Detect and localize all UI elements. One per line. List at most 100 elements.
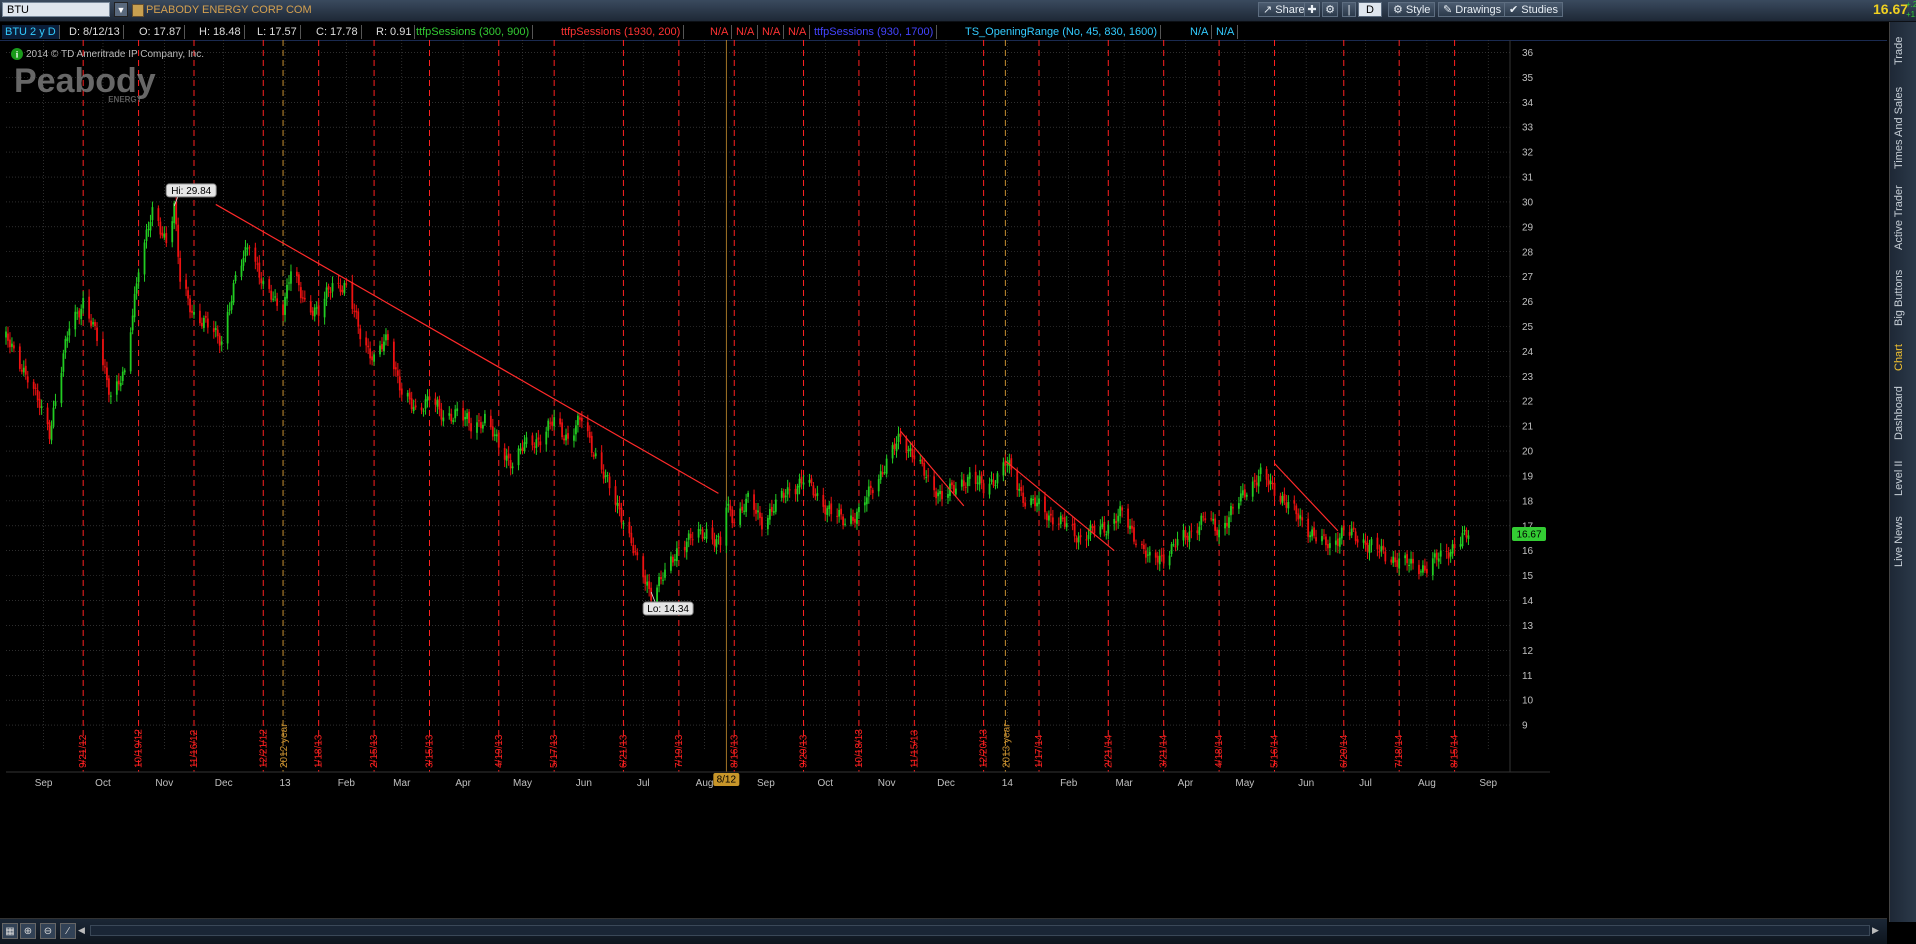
style-label: Style xyxy=(1405,4,1431,16)
drawings-button[interactable]: ✎ Drawings xyxy=(1438,2,1507,17)
y-tick-label: 13 xyxy=(1522,621,1534,632)
candle-body xyxy=(1105,534,1108,536)
candle-body xyxy=(1184,530,1187,538)
x-tick-label: Mar xyxy=(393,778,411,789)
candle-body xyxy=(329,291,332,293)
share-button[interactable]: ↗ Share xyxy=(1258,2,1310,17)
candle-body xyxy=(1172,544,1175,546)
candle-body xyxy=(462,408,465,421)
side-tab-big-buttons[interactable]: Big Buttons xyxy=(1893,260,1914,336)
candle-body xyxy=(256,263,259,265)
x-tick-label: Sep xyxy=(35,778,53,789)
candle-body xyxy=(448,413,451,416)
candle-body xyxy=(272,298,275,300)
candle-body xyxy=(270,290,273,300)
price-chart[interactable]: 9/21/12 10/19/12 11/16/12 12/21/12 1/18/13 2/… xyxy=(0,40,1887,918)
candle-body xyxy=(1265,469,1268,480)
studies-button[interactable]: ✔ Studies xyxy=(1504,2,1563,17)
side-tab-trade[interactable]: Trade xyxy=(1893,26,1914,76)
candle-body xyxy=(1200,515,1203,525)
trendline[interactable] xyxy=(1004,460,1115,552)
candle-body xyxy=(315,307,318,309)
candle-body xyxy=(865,497,868,505)
zoom-in-button[interactable]: ⊕ xyxy=(20,923,36,939)
candle-body xyxy=(883,472,886,474)
candle-body xyxy=(521,447,524,452)
candle-body xyxy=(592,454,595,457)
company-profile-icon[interactable] xyxy=(132,4,144,17)
period-button[interactable]: D xyxy=(1358,2,1382,17)
candle-body xyxy=(248,247,251,249)
candle-body xyxy=(907,449,910,451)
candle-body xyxy=(551,421,554,426)
candle-body xyxy=(173,203,176,224)
side-tab-active-trader[interactable]: Active Trader xyxy=(1893,180,1914,256)
study-sessions-3[interactable]: ttfpSessions (930, 1700) xyxy=(811,25,938,39)
candle-body xyxy=(353,310,356,312)
x-axis: Sep Oct Nov Dec 13 Feb Mar Apr May Jun Jul Aug Sep Oc… xyxy=(6,771,1550,789)
candle-body xyxy=(1287,502,1290,509)
candle-body xyxy=(994,485,997,487)
study-sessions-1[interactable]: ttfpSessions (300, 900) xyxy=(413,25,534,39)
session-label: 4/19/13 xyxy=(494,734,505,768)
study-sessions-2[interactable]: ttfpSessions (1930, 200) xyxy=(558,25,685,39)
candle-body xyxy=(1146,554,1149,556)
candle-body xyxy=(784,495,787,498)
candle-body xyxy=(1323,534,1325,536)
candle-body xyxy=(1148,551,1151,556)
candle-body xyxy=(636,552,639,556)
layout-icon: ▦ xyxy=(5,926,15,937)
trendline[interactable] xyxy=(900,430,965,507)
side-tab-live-news[interactable]: Live News xyxy=(1893,510,1914,574)
candle-body xyxy=(1214,518,1217,531)
horizontal-scrollbar[interactable] xyxy=(90,925,1870,936)
bar-close: C: 17.78 xyxy=(313,25,362,39)
candle-body xyxy=(1115,520,1118,524)
candle-body xyxy=(893,443,896,449)
candle-body xyxy=(201,322,203,327)
layout-button[interactable]: ▦ xyxy=(2,923,18,939)
candle-body xyxy=(588,431,591,438)
session-label: 1/18/13 xyxy=(314,734,325,768)
y-tick-label: 29 xyxy=(1522,222,1534,233)
candle-body xyxy=(525,437,528,444)
side-tab-chart[interactable]: Chart xyxy=(1893,340,1914,376)
side-tab-times-and-sales[interactable]: Times And Sales xyxy=(1893,80,1914,176)
candle-body xyxy=(452,420,455,423)
candle-body xyxy=(586,422,589,432)
candle-body xyxy=(276,298,279,306)
symbol-input[interactable]: BTU xyxy=(2,2,110,17)
side-tab-level-ii[interactable]: Level II xyxy=(1893,450,1914,506)
scroll-right-arrow[interactable]: ▶ xyxy=(1872,925,1882,936)
candle-body xyxy=(13,345,15,349)
candle-body xyxy=(729,505,732,511)
candle-body xyxy=(299,287,302,299)
x-tick-label: May xyxy=(513,778,532,789)
crosshair-button[interactable]: ✚ xyxy=(1304,2,1320,17)
trendlines[interactable] xyxy=(215,203,1339,552)
study-opening-range[interactable]: TS_OpeningRange (No, 45, 830, 1600) xyxy=(962,25,1162,39)
bottom-toolbar: ▦ ⊕ ⊖ ∕ ◀ ▶ xyxy=(0,918,1887,944)
symbol-dropdown-button[interactable]: ▼ xyxy=(114,2,128,17)
candle-body xyxy=(867,486,870,497)
scroll-left-arrow[interactable]: ◀ xyxy=(78,925,88,936)
candle-body xyxy=(187,290,189,299)
candle-body xyxy=(1230,506,1232,516)
zoom-out-button[interactable]: ⊖ xyxy=(40,923,56,939)
candle-body xyxy=(796,486,799,495)
candle-body xyxy=(371,356,374,361)
candle-body xyxy=(387,334,389,340)
candle-body xyxy=(1271,482,1274,485)
candle-body xyxy=(189,298,191,313)
candle-body xyxy=(1188,531,1191,542)
side-tab-dashboard[interactable]: Dashboard xyxy=(1893,380,1914,446)
style-button[interactable]: ⚙ Style xyxy=(1388,2,1436,17)
draw-line-button[interactable]: ∕ xyxy=(60,923,76,939)
candle-body xyxy=(768,509,771,520)
candle-body xyxy=(549,422,552,424)
candle-body xyxy=(258,262,261,278)
chart-label[interactable]: BTU 2 y D xyxy=(2,25,60,39)
settings-button[interactable]: ⚙ xyxy=(1322,2,1338,17)
candle-body xyxy=(788,489,791,491)
session-label: 12/20/13 xyxy=(979,729,990,768)
